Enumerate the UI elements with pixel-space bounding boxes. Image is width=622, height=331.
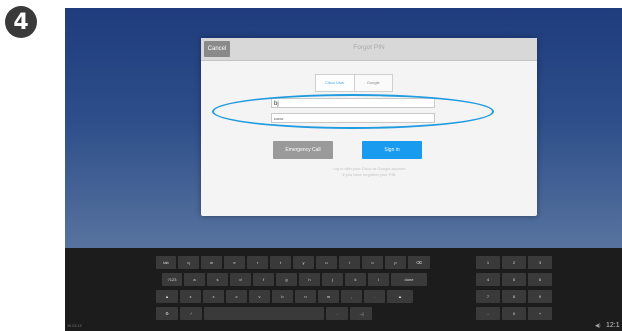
keyboard-row: ⚙ /. →|	[156, 307, 374, 320]
numpad-key-+[interactable]: +	[528, 307, 552, 320]
keyboard-row: ?123 a s d f g h j k l done	[162, 273, 429, 286]
numpad-row: 456	[476, 273, 554, 286]
key-q[interactable]: q	[178, 256, 199, 269]
key-.[interactable]: .	[326, 307, 348, 320]
tab-key[interactable]: tab	[156, 256, 176, 269]
key-b[interactable]: b	[272, 290, 293, 303]
status-bar: 19.03.12 ◀) 12:1	[65, 322, 622, 331]
tab-cisco-user[interactable]: Cisco User	[316, 75, 355, 91]
numpad-key-8[interactable]: 8	[502, 290, 526, 303]
backspace-key[interactable]: ⌫	[408, 256, 430, 269]
numpad-row: 123	[476, 256, 554, 269]
device-screen: Cancel Forgot PIN Cisco User Google bj •…	[65, 8, 622, 331]
key-p[interactable]: p	[385, 256, 406, 269]
numpad-key-1[interactable]: 1	[476, 256, 500, 269]
numpad-key-6[interactable]: 6	[528, 273, 552, 286]
key-f[interactable]: f	[253, 273, 274, 286]
key-→|[interactable]: →|	[350, 307, 372, 320]
key-o[interactable]: o	[362, 256, 383, 269]
key-k[interactable]: k	[345, 273, 366, 286]
numpad-key-4[interactable]: 4	[476, 273, 500, 286]
key-h[interactable]: h	[299, 273, 320, 286]
shift-key[interactable]: ▲	[156, 290, 178, 303]
numpad-key-2[interactable]: 2	[502, 256, 526, 269]
key-s[interactable]: s	[207, 273, 228, 286]
key-d[interactable]: d	[230, 273, 251, 286]
clock: 12:1	[606, 322, 620, 329]
key-a[interactable]: a	[184, 273, 205, 286]
tab-google[interactable]: Google	[355, 75, 393, 91]
space-key[interactable]	[204, 307, 324, 320]
key-t[interactable]: t	[270, 256, 291, 269]
numpad-key-9[interactable]: 9	[528, 290, 552, 303]
settings-key[interactable]: ⚙	[156, 307, 178, 320]
numpad-key-3[interactable]: 3	[528, 256, 552, 269]
key-w[interactable]: w	[201, 256, 222, 269]
key-n[interactable]: n	[295, 290, 316, 303]
hint-text: Log in with your Cisco or Google account…	[261, 166, 477, 178]
dialog-title: Forgot PIN	[353, 44, 385, 51]
key-l[interactable]: l	[368, 273, 389, 286]
numpad-key--[interactable]: -	[476, 307, 500, 320]
date-stamp: 19.03.12	[67, 324, 82, 328]
keyboard-row: ▲ z x c v b n m,. ▲	[156, 290, 415, 303]
numpad-key-0[interactable]: 0	[502, 307, 526, 320]
account-type-tabs: Cisco User Google	[315, 74, 393, 92]
done-key[interactable]: done	[391, 273, 427, 286]
shift-key[interactable]: ▲	[387, 290, 413, 303]
symbols-key[interactable]: ?123	[162, 273, 182, 286]
sign-in-button[interactable]: Sign in	[362, 141, 422, 159]
numpad-row: -0 +	[476, 307, 554, 320]
volume-icon[interactable]: ◀)	[595, 323, 601, 329]
highlight-oval	[212, 94, 494, 129]
key-c[interactable]: c	[226, 290, 247, 303]
key-i[interactable]: i	[339, 256, 360, 269]
key-x[interactable]: x	[203, 290, 224, 303]
numpad-row: 789	[476, 290, 554, 303]
forgot-pin-dialog: Cancel Forgot PIN Cisco User Google bj •…	[201, 38, 537, 216]
emergency-call-button[interactable]: Emergency Call	[273, 141, 333, 159]
key-r[interactable]: r	[247, 256, 268, 269]
key-m[interactable]: m	[318, 290, 339, 303]
dialog-header: Cancel Forgot PIN	[201, 38, 537, 61]
key-,[interactable]: ,	[341, 290, 362, 303]
hint-line-2: if you have forgotten your PIN	[342, 172, 396, 177]
step-badge: 4	[5, 6, 37, 38]
key-g[interactable]: g	[276, 273, 297, 286]
numpad-key-7[interactable]: 7	[476, 290, 500, 303]
on-screen-keyboard: tab q w e r t y u i o p ⌫ ?123 a s d f g h j k l done ▲ z x c v b n m,…	[65, 248, 622, 331]
key-.[interactable]: .	[364, 290, 385, 303]
key-y[interactable]: y	[293, 256, 314, 269]
key-/[interactable]: /	[180, 307, 202, 320]
numpad-key-5[interactable]: 5	[502, 273, 526, 286]
key-z[interactable]: z	[180, 290, 201, 303]
key-v[interactable]: v	[249, 290, 270, 303]
keyboard-row: tab q w e r t y u i o p ⌫	[156, 256, 432, 269]
key-u[interactable]: u	[316, 256, 337, 269]
key-j[interactable]: j	[322, 273, 343, 286]
key-e[interactable]: e	[224, 256, 245, 269]
